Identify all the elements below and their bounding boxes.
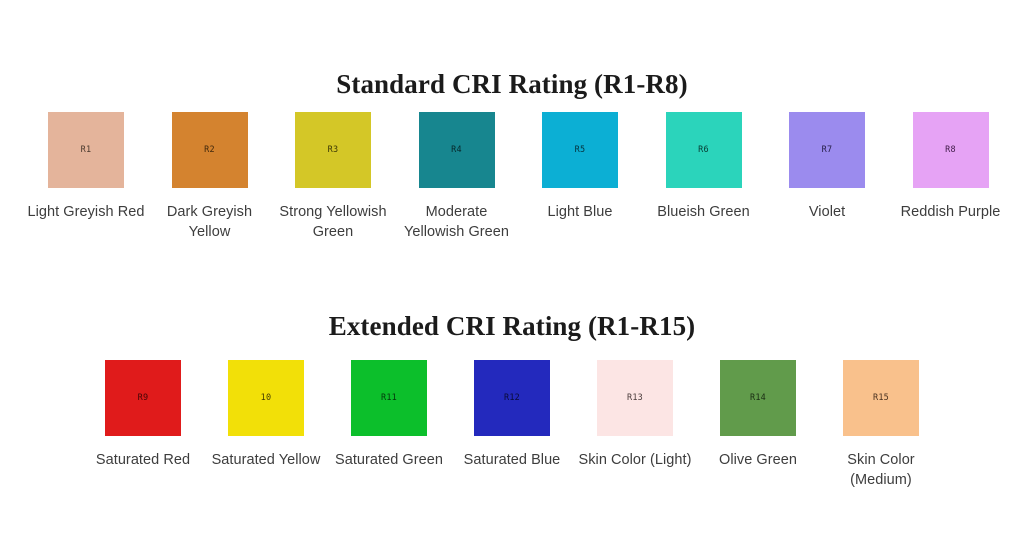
swatch-name-label: Saturated Green — [335, 452, 443, 468]
swatch-code-label: 10 — [260, 392, 272, 403]
swatch-cell: R13 Skin Color (Light) — [579, 360, 691, 470]
swatch-code-label: R13 — [627, 392, 643, 403]
swatch-cell: 10 Saturated Yellow — [212, 360, 320, 470]
swatch-code-label: R15 — [873, 392, 889, 403]
cri-rating-infographic: Standard CRI Rating (R1-R8) R1 Light Grey… — [0, 0, 1024, 538]
swatch-code-label: R9 — [137, 392, 149, 403]
swatch-code-label: R3 — [327, 144, 339, 155]
color-swatch-r11: R11 — [351, 360, 427, 436]
swatch-name-label: Violet — [808, 204, 846, 220]
extended-cri-section-title: Extended CRI Rating (R1-R15) — [328, 311, 696, 342]
swatch-code-label: R6 — [698, 144, 709, 155]
color-swatch-10: 10 — [228, 360, 304, 436]
swatch-name-label: Light Blue — [547, 204, 613, 220]
color-swatch-r13: R13 — [597, 360, 673, 436]
swatch-name-label: Skin Color (Medium) — [847, 452, 915, 488]
color-swatch-r6: R6 — [665, 112, 742, 188]
swatch-code-label: R2 — [204, 144, 215, 155]
swatch-code-label: R7 — [821, 144, 833, 155]
swatch-code-label: R12 — [504, 392, 520, 403]
color-swatch-r4: R4 — [418, 112, 495, 188]
swatch-cell: R8 Reddish Purple — [901, 112, 1000, 222]
color-swatch-r3: R3 — [295, 112, 371, 188]
color-swatch-r1: R1 — [48, 112, 124, 188]
swatch-cell: R5 Light Blue — [542, 112, 618, 222]
swatch-name-label: Reddish Purple — [900, 204, 1001, 220]
swatch-name-label: Dark Greyish Yellow — [166, 204, 253, 240]
color-swatch-r7: R7 — [789, 112, 865, 188]
swatch-name-label: Olive Green — [719, 452, 797, 468]
standard-cri-section-title: Standard CRI Rating (R1-R8) — [336, 69, 688, 100]
swatch-cell: R7 Violet — [789, 112, 865, 222]
swatch-code-label: R1 — [80, 144, 92, 155]
color-swatch-r12: R12 — [474, 360, 550, 436]
swatch-cell: R4 Moderate Yellowish Green — [404, 112, 509, 242]
swatch-name-label: Skin Color (Light) — [578, 452, 692, 468]
swatch-name-label: Saturated Blue — [463, 452, 561, 468]
color-swatch-r15: R15 — [843, 360, 919, 436]
swatch-cell: R9 Saturated Red — [96, 360, 190, 470]
swatch-name-label: Light Greyish Red — [27, 204, 145, 220]
swatch-cell: R14 Olive Green — [719, 360, 797, 470]
color-swatch-r9: R9 — [105, 360, 181, 436]
swatch-name-label: Blueish Green — [657, 204, 750, 220]
swatch-name-label: Strong Yellowish Green — [279, 204, 387, 240]
swatch-code-label: R8 — [945, 144, 956, 155]
swatch-cell: R6 Blueish Green — [657, 112, 750, 222]
swatch-name-label: Moderate Yellowish Green — [404, 204, 509, 240]
color-swatch-r5: R5 — [542, 112, 618, 188]
swatch-cell: R11 Saturated Green — [335, 360, 443, 470]
standard-cri-swatch-row: R1 Light Greyish Red R2 Dark Greyish Yellow… — [28, 112, 1000, 242]
swatch-code-label: R5 — [574, 144, 586, 155]
swatch-cell: R15 Skin Color (Medium) — [843, 360, 919, 490]
swatch-name-label: Saturated Yellow — [211, 452, 321, 468]
swatch-name-label: Saturated Red — [95, 452, 191, 468]
extended-cri-swatch-row: R9 Saturated Red 10 Saturated Yellow R11 Satu… — [96, 360, 925, 490]
swatch-cell: R1 Light Greyish Red — [28, 112, 144, 222]
swatch-cell: R2 Dark Greyish Yellow — [167, 112, 252, 242]
swatch-cell: R3 Strong Yellowish Green — [279, 112, 387, 242]
color-swatch-r2: R2 — [171, 112, 248, 188]
swatch-code-label: R14 — [750, 392, 766, 403]
color-swatch-r8: R8 — [912, 112, 989, 188]
color-swatch-r14: R14 — [720, 360, 796, 436]
swatch-cell: R12 Saturated Blue — [464, 360, 560, 470]
swatch-code-label: R4 — [451, 144, 462, 155]
swatch-code-label: R11 — [381, 392, 397, 403]
